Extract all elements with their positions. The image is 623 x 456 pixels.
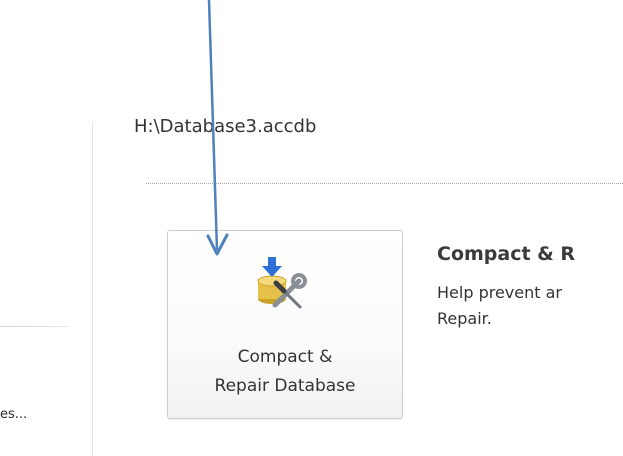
compact-repair-database-icon	[257, 257, 307, 309]
compact-repair-database-button[interactable]: Compact & Repair Database	[167, 230, 403, 419]
button-label-line-1: Compact &	[237, 347, 333, 367]
backstage-nav-pane: es...	[0, 122, 93, 456]
dotted-separator	[146, 183, 623, 184]
compact-repair-description: Help prevent ar Repair.	[437, 280, 562, 332]
compact-repair-button-label: Compact & Repair Database	[168, 343, 402, 401]
button-label-line-2: Repair Database	[214, 376, 356, 396]
file-path-label: H:\Database3.accdb	[134, 116, 317, 137]
access-backstage-info-view: es... H:\Database3.accdb Compact & Repai…	[0, 0, 623, 456]
compact-repair-heading: Compact & R	[437, 243, 575, 265]
nav-separator	[0, 326, 70, 327]
description-line-2: Repair.	[437, 309, 492, 328]
nav-item-partial[interactable]: es...	[0, 407, 27, 422]
description-line-1: Help prevent ar	[437, 283, 562, 302]
